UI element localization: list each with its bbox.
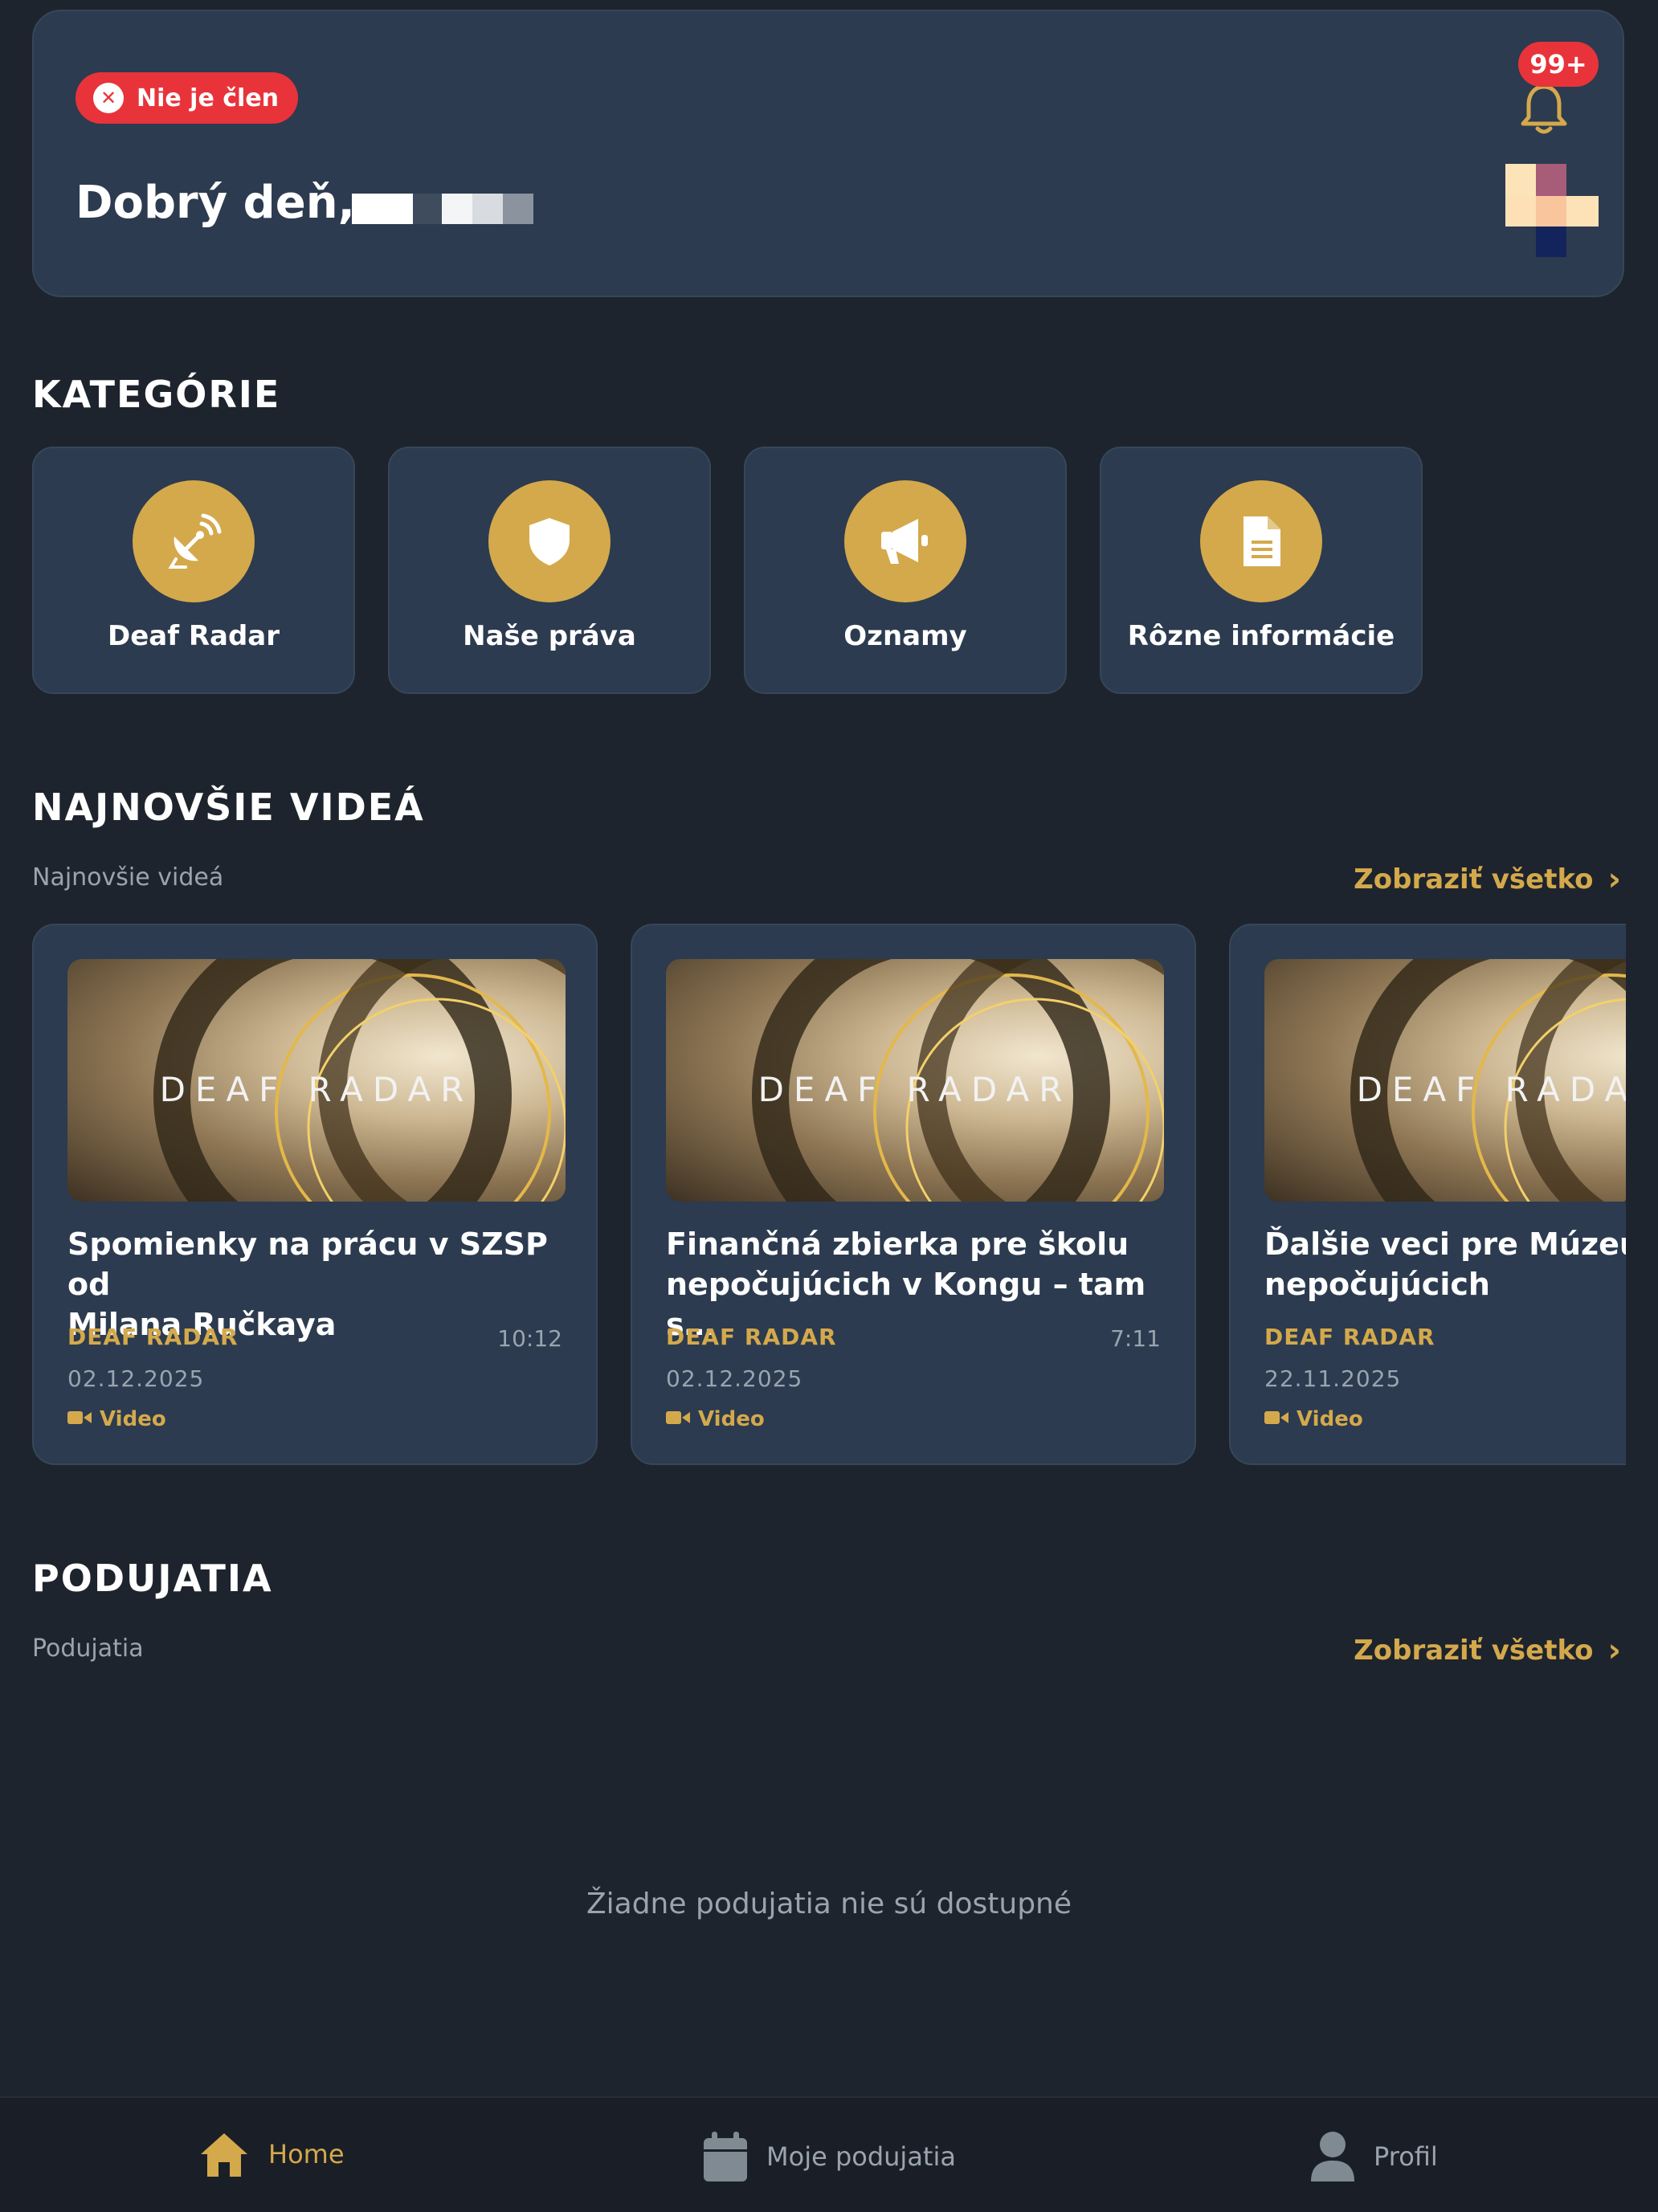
- notification-count-badge[interactable]: 99+: [1518, 42, 1599, 87]
- person-icon: [1311, 2132, 1354, 2181]
- video-date: 02.12.2025: [666, 1365, 803, 1392]
- category-card-nase-prava[interactable]: Naše práva: [388, 447, 711, 694]
- nav-item-my-events[interactable]: Moje podujatia: [702, 2130, 956, 2183]
- megaphone-icon: [844, 480, 966, 602]
- satellite-dish-icon: [133, 480, 255, 602]
- nav-label: Home: [268, 2139, 345, 2169]
- nav-item-profile[interactable]: Profil: [1309, 2130, 1438, 2183]
- events-section-title: PODUJATIA: [32, 1557, 273, 1600]
- thumbnail-caption: DEAF RADAR: [1356, 1070, 1626, 1109]
- videos-see-all-link[interactable]: Zobraziť všetko ›: [1354, 861, 1621, 898]
- video-camera-icon: [1264, 1407, 1288, 1431]
- greeting-text: Dobrý deň,: [76, 177, 355, 229]
- video-camera-icon: [666, 1407, 690, 1431]
- categories-section-title: KATEGÓRIE: [32, 373, 281, 416]
- video-thumbnail: DEAF RADAR: [1264, 959, 1626, 1202]
- video-thumbnail: DEAF RADAR: [666, 959, 1164, 1202]
- nav-item-home[interactable]: Home: [198, 2130, 345, 2178]
- category-label: Oznamy: [843, 620, 967, 652]
- thumbnail-caption: DEAF RADAR: [159, 1070, 474, 1109]
- video-type-label: Video: [1264, 1407, 1363, 1431]
- video-type-text: Video: [698, 1407, 765, 1431]
- membership-status-label: Nie je člen: [137, 84, 280, 112]
- bottom-navigation: Home Moje podujatia Profil: [0, 2096, 1658, 2212]
- videos-section-subtitle: Najnovšie videá: [32, 863, 224, 892]
- video-thumbnail: DEAF RADAR: [67, 959, 566, 1202]
- video-card[interactable]: DEAF RADAR Ďalšie veci pre Múzeum nepoču…: [1229, 924, 1626, 1465]
- events-see-all-link[interactable]: Zobraziť všetko ›: [1354, 1632, 1621, 1669]
- video-duration: 7:11: [1110, 1325, 1161, 1352]
- category-label: Deaf Radar: [107, 620, 280, 652]
- calendar-icon: [704, 2132, 747, 2181]
- video-date: 22.11.2025: [1264, 1365, 1402, 1392]
- category-label: Rôzne informácie: [1127, 620, 1395, 652]
- thumbnail-caption: DEAF RADAR: [758, 1070, 1072, 1109]
- video-channel: DEAF RADAR: [67, 1324, 239, 1350]
- greeting-header-card: ✕ Nie je člen Dobrý deň, 99+: [32, 10, 1624, 297]
- membership-status-badge: ✕ Nie je člen: [76, 72, 299, 124]
- chevron-right-icon: ›: [1607, 1632, 1621, 1669]
- see-all-label: Zobraziť všetko: [1354, 863, 1594, 896]
- video-card[interactable]: DEAF RADAR Finančná zbierka pre školu ne…: [631, 924, 1196, 1465]
- video-date: 02.12.2025: [67, 1365, 205, 1392]
- video-duration: 10:12: [497, 1325, 562, 1352]
- videos-carousel[interactable]: DEAF RADAR Spomienky na prácu v SZSP od …: [32, 924, 1626, 1467]
- category-card-oznamy[interactable]: Oznamy: [744, 447, 1067, 694]
- video-type-text: Video: [1297, 1407, 1363, 1431]
- video-type-text: Video: [100, 1407, 166, 1431]
- category-label: Naše práva: [463, 620, 636, 652]
- chevron-right-icon: ›: [1607, 861, 1621, 898]
- category-card-deaf-radar[interactable]: Deaf Radar: [32, 447, 355, 694]
- close-circle-icon: ✕: [93, 83, 124, 113]
- see-all-label: Zobraziť všetko: [1354, 1635, 1594, 1667]
- home-icon: [201, 2133, 247, 2177]
- video-channel: DEAF RADAR: [1264, 1324, 1435, 1350]
- video-card[interactable]: DEAF RADAR Spomienky na prácu v SZSP od …: [32, 924, 598, 1465]
- shield-icon: [488, 480, 611, 602]
- nav-label: Profil: [1374, 2141, 1438, 2172]
- redacted-user-name: [352, 194, 533, 224]
- videos-section-title: NAJNOVŠIE VIDEÁ: [32, 786, 425, 829]
- nav-label: Moje podujatia: [766, 2141, 956, 2172]
- avatar[interactable]: [1505, 164, 1599, 257]
- video-camera-icon: [67, 1407, 92, 1431]
- video-channel: DEAF RADAR: [666, 1324, 837, 1350]
- video-type-label: Video: [67, 1407, 166, 1431]
- category-card-rozne-informacie[interactable]: Rôzne informácie: [1100, 447, 1423, 694]
- document-icon: [1200, 480, 1322, 602]
- video-title: Ďalšie veci pre Múzeum nepočujúcich: [1264, 1226, 1626, 1302]
- events-empty-message: Žiadne podujatia nie sú dostupné: [586, 1888, 1072, 1920]
- events-section-subtitle: Podujatia: [32, 1635, 144, 1663]
- video-type-label: Video: [666, 1407, 765, 1431]
